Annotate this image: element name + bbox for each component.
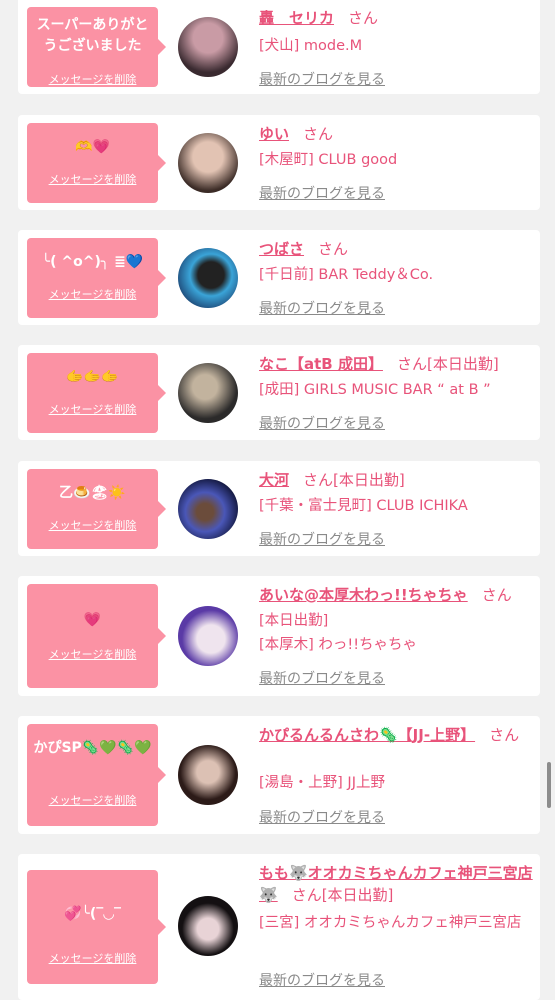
shop-info: [木屋町] CLUB good (259, 152, 398, 168)
shop-info: [成田] GIRLS MUSIC BAR “ at B ” (259, 382, 491, 398)
name-line: 轟 セリカ さん (259, 7, 534, 29)
cast-name-link[interactable]: なこ【atB 成田】 (259, 355, 383, 373)
cast-name-link[interactable]: かぴるんるんさわ🦠【JJ-上野】 (259, 726, 475, 744)
message-text: かぴSP🦠💚🦠💚 (33, 740, 152, 756)
message-bubble: 🫱🫱🫱 メッセージを削除 (27, 353, 166, 433)
avatar[interactable] (178, 133, 238, 193)
message-bubble: スーパーありがとうございました メッセージを削除 (27, 7, 166, 87)
avatar[interactable] (178, 606, 238, 666)
honorific: さん (481, 586, 512, 604)
list-item: 乙🍮🏖☀️ メッセージを削除 大河 さん[本日出勤] [千葉・富士見町] CLUB… (18, 461, 540, 556)
list-item: 💞╰(‾◡‾ メッセージを削除 もも🐺オオカミちゃんカフェ神戸三宮店🐺 さん[本日… (18, 854, 540, 1000)
cast-name-link[interactable]: 轟 セリカ (259, 9, 334, 27)
message-text: 🫱🫱🫱 (66, 369, 119, 385)
attendance-status: [本日出勤] (259, 613, 329, 629)
honorific: さん (303, 125, 334, 143)
cast-name-link[interactable]: あいな@本厚木わっ!!ちゃちゃ (259, 586, 468, 604)
name-line: かぴるんるんさわ🦠【JJ-上野】 さん (259, 724, 534, 746)
list-item: スーパーありがとうございました メッセージを削除 轟 セリカ さん [犬山] mo… (18, 0, 540, 94)
cast-name-link[interactable]: 大河 (259, 471, 289, 489)
shop-info: [千日前] BAR Teddy＆Co. (259, 267, 434, 283)
message-text: 🫶💗 (75, 139, 110, 155)
delete-message-link[interactable]: メッセージを削除 (27, 71, 158, 87)
message-text: スーパーありがとうございました (36, 17, 149, 54)
avatar[interactable] (178, 248, 238, 308)
delete-message-link[interactable]: メッセージを削除 (27, 517, 158, 533)
name-line: ゆい さん (259, 123, 534, 145)
attendance-status: [本日出勤] (333, 471, 405, 489)
message-text: 💞╰(‾◡‾ (63, 906, 122, 922)
honorific: さん (291, 886, 322, 904)
latest-blog-link[interactable]: 最新のブログを見る (259, 668, 385, 688)
delete-message-link[interactable]: メッセージを削除 (27, 171, 158, 187)
shop-info: [三宮] オオカミちゃんカフェ神戸三宮店 (259, 915, 522, 931)
message-text: ╰( ^o^)╮ ≣💙 (41, 254, 144, 270)
message-bubble: 💞╰(‾◡‾ メッセージを削除 (27, 870, 166, 984)
delete-message-link[interactable]: メッセージを削除 (27, 646, 158, 662)
message-text: 乙🍮🏖☀️ (59, 485, 126, 501)
delete-message-link[interactable]: メッセージを削除 (27, 950, 158, 966)
avatar[interactable] (178, 17, 238, 77)
latest-blog-link[interactable]: 最新のブログを見る (259, 298, 385, 318)
list-item: 💗 メッセージを削除 あいな@本厚木わっ!!ちゃちゃ さん [本日出勤] [本厚木… (18, 576, 540, 696)
cast-name-link[interactable]: つばさ (259, 240, 304, 258)
latest-blog-link[interactable]: 最新のブログを見る (259, 183, 385, 203)
latest-blog-link[interactable]: 最新のブログを見る (259, 529, 385, 549)
shop-info: [本厚木] わっ!!ちゃちゃ (259, 637, 418, 653)
delete-message-link[interactable]: メッセージを削除 (27, 401, 158, 417)
shop-info: [千葉・富士見町] CLUB ICHIKA (259, 498, 468, 514)
shop-info: [犬山] mode.M (259, 38, 363, 54)
attendance-status: [本日出勤] (426, 355, 499, 373)
latest-blog-link[interactable]: 最新のブログを見る (259, 970, 385, 990)
honorific: さん (348, 9, 379, 27)
honorific: さん (303, 471, 334, 489)
message-bubble: 乙🍮🏖☀️ メッセージを削除 (27, 469, 166, 549)
list-item: かぴSP🦠💚🦠💚 メッセージを削除 かぴるんるんさわ🦠【JJ-上野】 さん [湯島… (18, 716, 540, 834)
latest-blog-link[interactable]: 最新のブログを見る (259, 69, 385, 89)
avatar[interactable] (178, 363, 238, 423)
cast-name-link[interactable]: ゆい (259, 125, 289, 143)
message-text: 💗 (83, 612, 102, 628)
message-bubble: 💗 メッセージを削除 (27, 584, 166, 688)
latest-blog-link[interactable]: 最新のブログを見る (259, 413, 385, 433)
honorific: さん (489, 726, 520, 744)
list-item: 🫱🫱🫱 メッセージを削除 なこ【atB 成田】 さん[本日出勤] [成田] GIR… (18, 345, 540, 440)
name-line: あいな@本厚木わっ!!ちゃちゃ さん (259, 584, 534, 606)
name-line: なこ【atB 成田】 さん[本日出勤] (259, 353, 534, 375)
name-line: もも🐺オオカミちゃんカフェ神戸三宮店🐺 さん[本日出勤] (259, 862, 534, 906)
delete-message-link[interactable]: メッセージを削除 (27, 286, 158, 302)
attendance-status: [本日出勤] (321, 886, 394, 904)
scrollbar[interactable] (547, 762, 551, 808)
delete-message-link[interactable]: メッセージを削除 (27, 792, 158, 808)
honorific: さん (318, 240, 349, 258)
list-item: ╰( ^o^)╮ ≣💙 メッセージを削除 つばさ さん [千日前] BAR Ted… (18, 230, 540, 325)
message-bubble: ╰( ^o^)╮ ≣💙 メッセージを削除 (27, 238, 166, 318)
message-bubble: 🫶💗 メッセージを削除 (27, 123, 166, 203)
avatar[interactable] (178, 745, 238, 805)
honorific: さん (396, 355, 427, 373)
avatar[interactable] (178, 896, 238, 956)
message-bubble: かぴSP🦠💚🦠💚 メッセージを削除 (27, 724, 166, 826)
latest-blog-link[interactable]: 最新のブログを見る (259, 807, 385, 827)
name-line: つばさ さん (259, 238, 534, 260)
avatar[interactable] (178, 479, 238, 539)
name-line: 大河 さん[本日出勤] (259, 469, 534, 491)
shop-info: [湯島・上野] JJ上野 (259, 775, 385, 791)
list-item: 🫶💗 メッセージを削除 ゆい さん [木屋町] CLUB good 最新のブログを… (18, 115, 540, 210)
